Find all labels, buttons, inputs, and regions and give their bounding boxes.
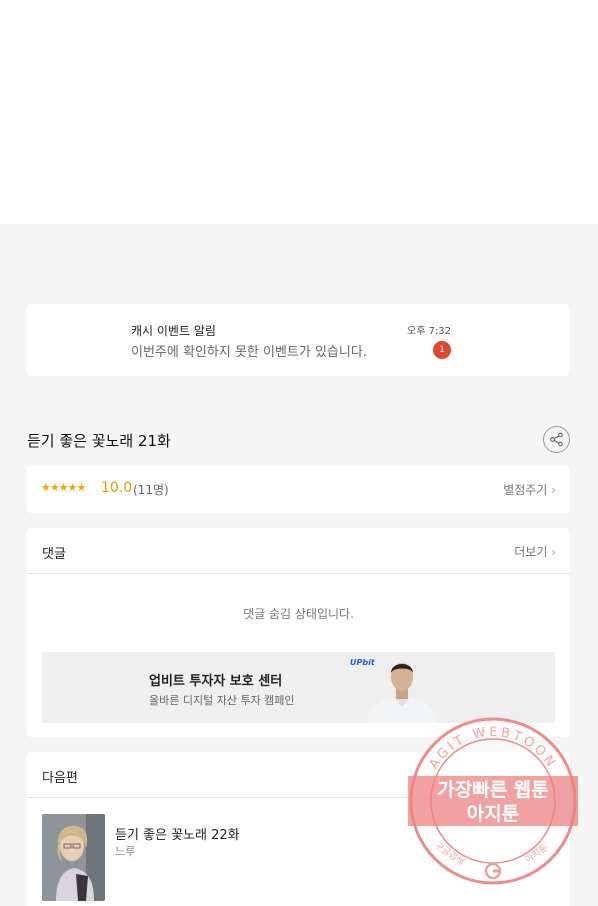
notification-badge: 1 <box>433 341 451 359</box>
share-icon <box>550 432 563 447</box>
next-episode-title: 듣기 좋은 꽃노래 22화 <box>115 828 240 843</box>
comments-hidden-message: 댓글 숨김 상태입니다. <box>243 607 354 621</box>
chevron-right-icon: › <box>547 545 556 559</box>
ad-person-image <box>366 663 438 723</box>
rating-stars: ★★★★★ <box>41 481 86 494</box>
ad-banner[interactable]: 업비트 투자자 보호 센터 올바른 디지털 자산 투자 캠페인 UPbit <box>42 652 555 723</box>
rating-count: (11명) <box>133 483 169 497</box>
notification-title: 캐시 이벤트 알림 <box>131 324 216 338</box>
notification-card[interactable]: 캐시 이벤트 알림 이번주에 확인하지 못한 이벤트가 있습니다. 오후 7:3… <box>27 304 570 376</box>
next-episode-header: 다음편 <box>27 752 570 798</box>
notification-time: 오후 7:32 <box>407 326 452 337</box>
episode-title: 듣기 좋은 꽃노래 21화 <box>27 432 171 450</box>
more-button[interactable]: 더보기 › <box>514 543 556 560</box>
rate-button[interactable]: 별점주기 › <box>503 481 556 498</box>
top-blank-area <box>0 0 598 224</box>
comments-title: 댓글 <box>42 547 66 562</box>
share-button[interactable] <box>543 426 570 453</box>
comments-card: 댓글 더보기 › 댓글 숨김 상태입니다. 업비트 투자자 보호 센터 올바른 … <box>27 528 570 737</box>
next-episode-card[interactable]: 다음편 듣기 좋은 꽃노래 22화 느루 <box>27 752 570 906</box>
notification-message: 이번주에 확인하지 못한 이벤트가 있습니다. <box>131 345 367 360</box>
rate-button-label: 별점주기 <box>503 483 548 497</box>
next-episode-thumbnail[interactable] <box>42 814 105 901</box>
ad-subtitle: 올바른 디지털 자산 투자 캠페인 <box>149 694 295 707</box>
next-episode-author: 느루 <box>115 845 136 858</box>
more-button-label: 더보기 <box>514 545 548 559</box>
rating-card: ★★★★★ 10.0 (11명) 별점주기 › <box>27 465 570 513</box>
rating-score: 10.0 <box>101 480 133 496</box>
ad-title: 업비트 투자자 보호 센터 <box>149 674 283 689</box>
thumbnail-image <box>42 814 105 901</box>
comments-header: 댓글 더보기 › <box>27 528 570 574</box>
next-episode-label: 다음편 <box>42 771 78 786</box>
chevron-right-icon: › <box>547 483 556 497</box>
